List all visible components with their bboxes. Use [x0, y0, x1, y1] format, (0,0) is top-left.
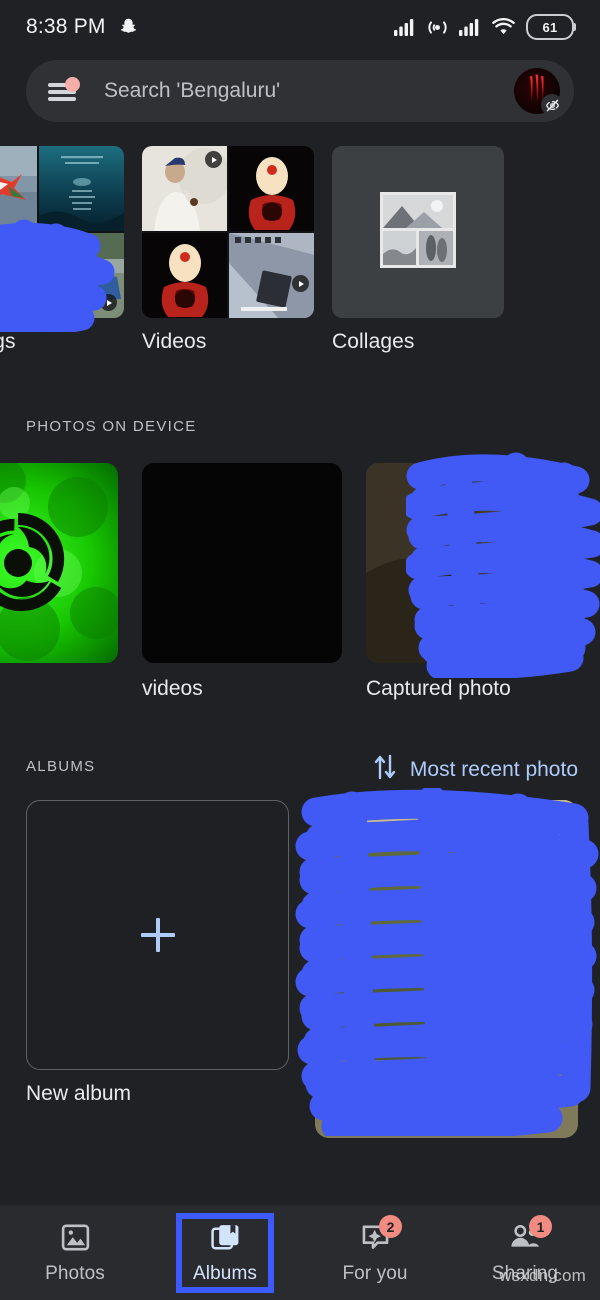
- nav-item-albums[interactable]: Albums: [150, 1205, 300, 1300]
- play-badge-icon: [100, 294, 117, 311]
- device-folder-thumbnail: [366, 463, 566, 663]
- thumb-quote-underwater: [39, 146, 124, 231]
- device-folder-videos[interactable]: videos: [142, 463, 342, 713]
- category-card-collages[interactable]: Collages: [332, 146, 504, 366]
- album-new-album[interactable]: New album: [26, 800, 289, 1130]
- photos-on-device-header: PHOTOS ON DEVICE: [26, 418, 197, 435]
- albums-icon: [204, 1220, 246, 1254]
- thumb-screen-capture: [229, 233, 314, 318]
- signal-bars-icon: [394, 18, 416, 36]
- watermark: wsxdn.com: [499, 1266, 586, 1285]
- avatar[interactable]: [514, 68, 563, 116]
- play-badge-icon: [205, 151, 222, 168]
- nav-label: For you: [342, 1263, 408, 1284]
- nav-item-photos[interactable]: Photos: [0, 1205, 150, 1300]
- category-thumbnail-grid: [0, 146, 124, 318]
- nav-label: Photos: [45, 1263, 105, 1284]
- thumb-skull-red: [229, 146, 314, 231]
- device-folder-captured-photo[interactable]: Captured photo: [366, 463, 566, 713]
- status-bar: 8:38 PM 61: [0, 0, 600, 54]
- hotspot-icon: [427, 18, 448, 37]
- category-thumbnail-placeholder: [332, 146, 504, 318]
- device-folder-wallx[interactable]: WallX: [0, 463, 118, 713]
- badge-count: 1: [529, 1215, 552, 1238]
- albums-row: New album: [0, 800, 600, 1138]
- for-you-icon: 2: [354, 1215, 402, 1254]
- menu-notification-dot: [65, 77, 80, 92]
- photos-on-device-row: WallX videos Captured photo: [0, 463, 600, 713]
- photos-icon: [54, 1220, 96, 1254]
- album-label: New album: [26, 1082, 132, 1105]
- snapchat-ghost-icon: [119, 17, 138, 37]
- status-bar-right: 61: [394, 14, 576, 40]
- battery-indicator: 61: [526, 14, 576, 40]
- search-bar[interactable]: Search 'Bengaluru': [26, 60, 574, 122]
- sharing-icon: 1: [504, 1215, 552, 1254]
- play-badge-icon: [292, 275, 309, 292]
- category-card-videos[interactable]: Videos: [142, 146, 314, 366]
- category-label: Videos: [142, 330, 207, 353]
- plus-icon: [140, 918, 175, 952]
- device-folder-label: videos: [142, 677, 203, 700]
- signal-bars-icon: [459, 18, 481, 36]
- album-tile[interactable]: [315, 800, 578, 1138]
- thumb-jet: [0, 146, 37, 231]
- device-folder-thumbnail: [0, 463, 118, 663]
- wifi-icon: [492, 17, 515, 37]
- search-input[interactable]: Search 'Bengaluru': [104, 79, 514, 103]
- device-folder-label: Captured photo: [366, 677, 511, 700]
- eye-off-icon: [541, 94, 563, 116]
- new-album-tile[interactable]: [26, 800, 289, 1070]
- thumb-skull-red: [142, 233, 227, 318]
- sort-arrows-icon: [372, 752, 398, 787]
- category-label: Things: [0, 330, 16, 353]
- category-thumbnail-grid: [142, 146, 314, 318]
- status-bar-left: 8:38 PM: [26, 15, 138, 39]
- albums-sort-control[interactable]: Most recent photo: [372, 752, 578, 787]
- category-row: Things: [0, 146, 600, 366]
- category-label: Collages: [332, 330, 415, 353]
- nav-item-for-you[interactable]: 2 For you: [300, 1205, 450, 1300]
- album-thumbnail: [315, 800, 578, 1138]
- battery-percent: 61: [542, 19, 558, 35]
- device-folder-label: WallX: [0, 677, 118, 701]
- badge-count: 2: [379, 1215, 402, 1238]
- thumb-white-robe: [142, 146, 227, 231]
- device-folder-thumbnail: [142, 463, 342, 663]
- collage-placeholder-icon: [380, 191, 456, 273]
- thumb-obscured: [0, 233, 37, 318]
- category-card-things[interactable]: Things: [0, 146, 124, 366]
- status-time: 8:38 PM: [26, 15, 106, 38]
- albums-header: ALBUMS: [26, 758, 96, 775]
- albums-sort-label: Most recent photo: [409, 757, 578, 781]
- hamburger-menu-icon[interactable]: [48, 77, 80, 103]
